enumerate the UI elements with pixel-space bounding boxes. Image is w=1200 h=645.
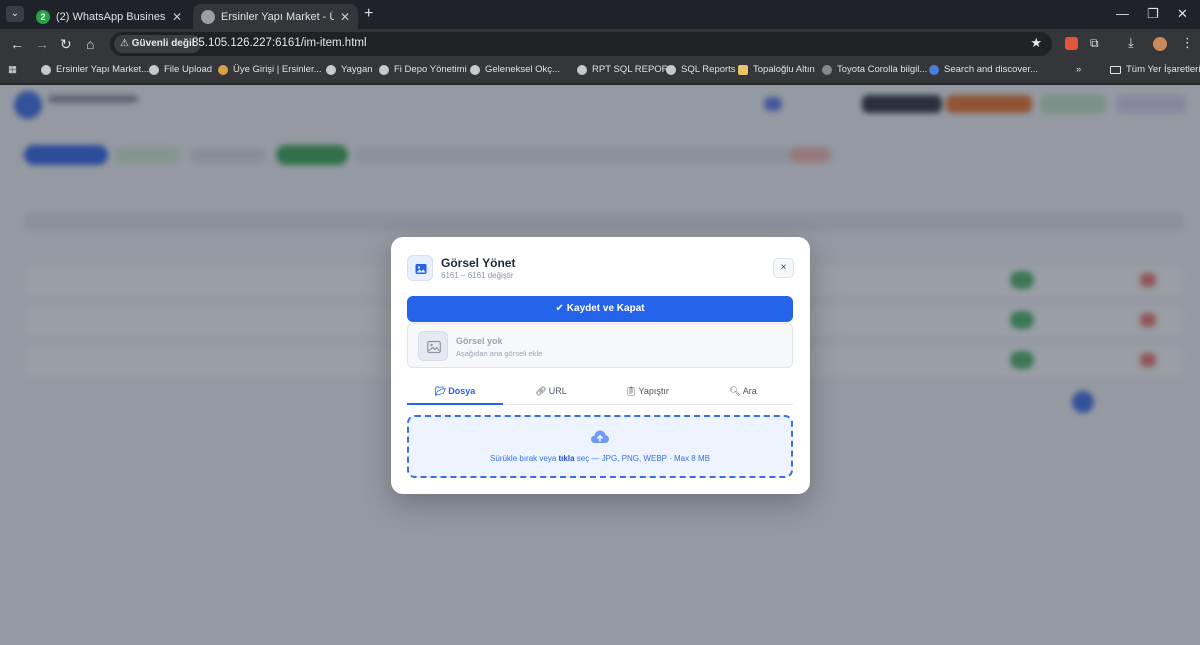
bookmark-item[interactable]: Search and discover... <box>929 64 1038 75</box>
cloud-upload-icon <box>590 429 610 450</box>
site-icon <box>218 64 228 75</box>
security-chip[interactable]: ⚠ Güvenli değil <box>114 35 201 53</box>
avatar[interactable] <box>1153 37 1167 51</box>
modal-subtitle: 6161 – 6161 değiştir <box>441 271 514 280</box>
tab-url[interactable]: 🔗︎ URL <box>503 381 599 405</box>
tab-paste[interactable]: 📋︎ Yapıştır <box>599 381 695 405</box>
globe-icon <box>470 64 480 75</box>
folder-icon <box>1110 65 1121 74</box>
globe-icon <box>379 64 389 75</box>
puzzle-icon[interactable]: ⧉ <box>1090 36 1099 51</box>
clipboard-icon: 📋︎ <box>625 386 637 396</box>
tab-product-management[interactable]: Ersinler Yapı Market - Ürün Yöne ✕ <box>193 4 358 29</box>
bookmark-item[interactable]: Yaygan <box>326 64 373 75</box>
bookmark-item[interactable]: Toyota Corolla bilgil... <box>822 64 927 75</box>
close-tab-icon[interactable]: ✕ <box>340 10 350 24</box>
reload-icon[interactable]: ↻ <box>60 36 72 53</box>
bookmarks-bar: ▦ Ersinler Yapı Market... File Upload Üy… <box>0 59 1200 84</box>
window-close-icon[interactable]: ✕ <box>1177 6 1188 22</box>
bookmark-item[interactable]: RPT SQL REPORT <box>577 64 674 75</box>
folder-icon: 📂︎ <box>434 386 447 396</box>
tab-search-button[interactable]: ⌄ <box>6 6 24 22</box>
tab-whatsapp[interactable]: 2 (2) WhatsApp Business ✕ <box>28 4 190 29</box>
globe-icon <box>577 64 587 75</box>
restore-icon[interactable]: ❐ <box>1147 6 1159 22</box>
source-tabs: 📂︎ Dosya 🔗︎ URL 📋︎ Yapıştır 🔍︎ Ara <box>407 381 793 405</box>
browser-toolbar: ← → ↻ ⌂ ⚠ Güvenli değil 85.105.126.227:6… <box>0 29 1200 59</box>
image-manager-modal: Görsel Yönet 6161 – 6161 değiştir × ✔ Kay… <box>391 237 810 494</box>
whatsapp-badge-icon: 2 <box>36 9 50 24</box>
bookmark-item[interactable]: Geleneksel Okç... <box>470 64 560 75</box>
bookmark-item[interactable]: SQL Reports <box>666 64 736 75</box>
tab-title: Ersinler Yapı Market - Ürün Yöne <box>221 10 334 23</box>
tab-search[interactable]: 🔍︎ Ara <box>695 381 791 405</box>
forward-icon[interactable]: → <box>35 36 49 52</box>
url-text[interactable]: 85.105.126.227:6161/im-item.html <box>192 37 367 49</box>
home-icon[interactable]: ⌂ <box>86 36 94 52</box>
image-placeholder-icon <box>418 331 448 361</box>
download-icon[interactable]: ⤓ <box>1128 35 1134 51</box>
search-icon: 🔍︎ <box>729 386 741 396</box>
bookmark-item[interactable]: Fi Depo Yönetimi <box>379 64 467 75</box>
apps-grid-icon[interactable]: ▦ <box>8 64 17 75</box>
no-image-hint: Aşağıdan ana görseli ekle <box>456 349 543 358</box>
globe-icon <box>666 64 676 75</box>
site-icon <box>929 64 939 75</box>
bookmark-item[interactable]: Topaloğlu Altın <box>738 64 815 75</box>
minimize-icon[interactable]: — <box>1116 6 1129 21</box>
bookmark-item[interactable]: Ersinler Yapı Market... <box>41 64 149 75</box>
link-icon: 🔗︎ <box>535 386 547 396</box>
save-button-label: Kaydet ve Kapat <box>566 303 645 314</box>
bookmark-item[interactable]: File Upload <box>149 64 212 75</box>
file-dropzone[interactable]: Sürükle bırak veya tıkla seç — JPG, PNG,… <box>407 415 793 478</box>
image-icon <box>407 255 433 281</box>
check-icon: ✔ <box>555 303 564 314</box>
tab-file[interactable]: 📂︎ Dosya <box>407 381 503 405</box>
security-label: Güvenli değil <box>131 38 195 49</box>
extension-icon[interactable] <box>1065 37 1078 50</box>
close-button[interactable]: × <box>773 258 794 278</box>
site-icon <box>738 64 748 75</box>
tab-title: (2) WhatsApp Business <box>56 10 166 23</box>
bookmark-star-icon[interactable]: ★ <box>1030 35 1042 51</box>
modal-title: Görsel Yönet <box>441 256 516 270</box>
more-bookmarks-icon[interactable]: » <box>1076 64 1081 75</box>
globe-icon <box>326 64 336 75</box>
no-image-title: Görsel yok <box>456 336 503 346</box>
bookmark-item[interactable]: Üye Girişi | Ersinler... <box>218 64 322 75</box>
globe-icon <box>149 64 159 75</box>
new-tab-button[interactable]: + <box>364 5 373 23</box>
more-menu-icon[interactable]: ⋮ <box>1181 35 1194 51</box>
current-image-panel: Görsel yok Aşağıdan ana görseli ekle <box>407 323 793 368</box>
globe-icon <box>201 9 215 24</box>
back-icon[interactable]: ← <box>10 36 24 52</box>
close-tab-icon[interactable]: ✕ <box>172 10 182 24</box>
globe-icon <box>41 64 51 75</box>
browser-tab-bar: ⌄ 2 (2) WhatsApp Business ✕ Ersinler Yap… <box>0 0 1200 29</box>
address-bar[interactable]: ⚠ Güvenli değil 85.105.126.227:6161/im-i… <box>110 32 1052 56</box>
all-bookmarks-folder[interactable]: Tüm Yer İşaretleri <box>1110 64 1200 75</box>
dropzone-click-link[interactable]: tıkla <box>559 454 575 463</box>
site-icon <box>822 64 832 75</box>
save-and-close-button[interactable]: ✔ Kaydet ve Kapat <box>407 296 793 322</box>
dropzone-text: Sürükle bırak veya tıkla seç — JPG, PNG,… <box>490 454 710 463</box>
